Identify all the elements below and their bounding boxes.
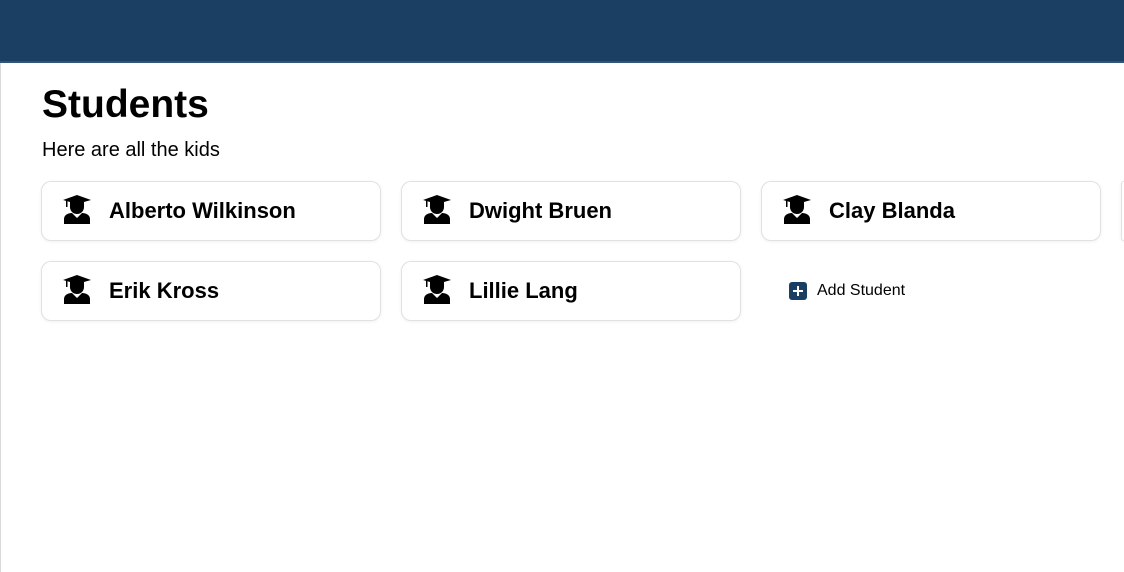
student-name: Lillie Lang: [469, 278, 578, 303]
add-student-button[interactable]: Add Student: [789, 281, 905, 301]
page-subtitle: Here are all the kids: [42, 139, 220, 161]
student-card[interactable]: Dwight Bruen: [401, 181, 741, 241]
student-card[interactable]: Erik Kross: [41, 261, 381, 321]
student-name: Dwight Bruen: [469, 198, 612, 223]
graduate-icon: [63, 195, 91, 224]
graduate-icon: [423, 275, 451, 304]
page-left-border: [0, 63, 1, 572]
student-name: Erik Kross: [109, 278, 220, 303]
student-name: Clay Blanda: [829, 198, 955, 223]
graduate-icon: [783, 195, 811, 224]
add-student-label: Add Student: [817, 282, 906, 299]
page-title: Students: [42, 83, 209, 126]
student-card[interactable]: Alberto Wilkinson: [41, 181, 381, 241]
student-card[interactable]: Lillie Lang: [401, 261, 741, 321]
student-name: Alberto Wilkinson: [109, 198, 296, 223]
plus-square-icon: [789, 282, 807, 300]
top-navigation-bar: [0, 0, 1124, 63]
student-card[interactable]: Clay Blanda: [761, 181, 1101, 241]
graduate-icon: [63, 275, 91, 304]
graduate-icon: [423, 195, 451, 224]
